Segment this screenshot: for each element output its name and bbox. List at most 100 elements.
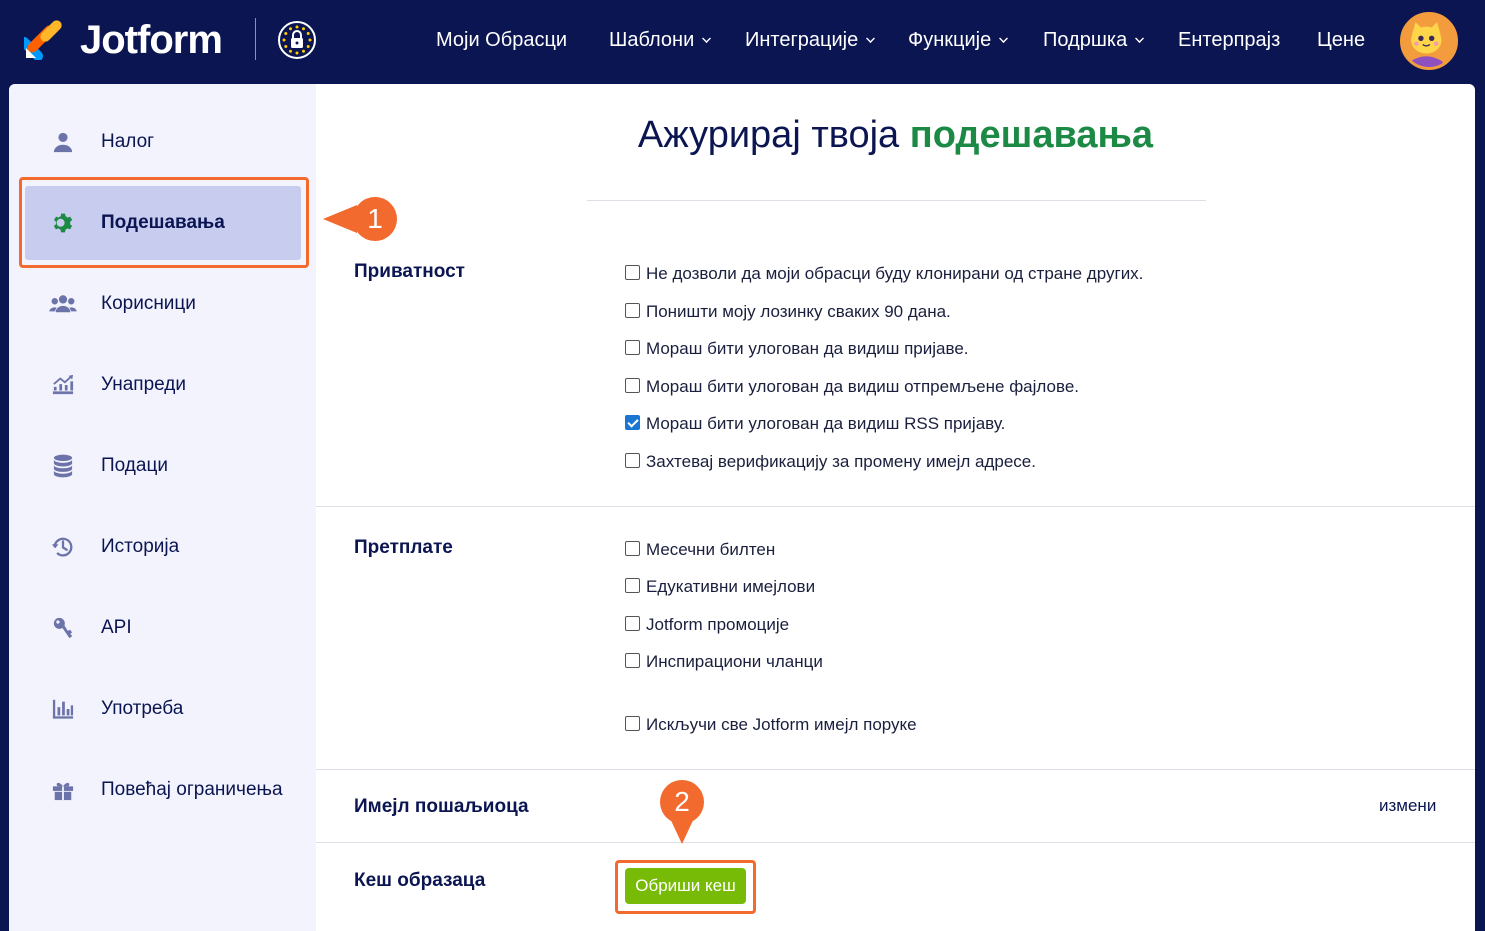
newsletter-checkbox[interactable] (625, 540, 640, 556)
nav-templates-label: Шаблони (609, 29, 695, 51)
option-label: Мораш бити улогован да видиш RSS пријаву… (646, 414, 1006, 433)
chevron-down-icon (999, 33, 1009, 43)
nav-integrations[interactable]: Интеграције (745, 26, 876, 54)
promotions-checkbox[interactable] (625, 615, 640, 631)
reset-password-checkbox[interactable] (625, 302, 640, 318)
email-verification-checkbox[interactable] (625, 452, 640, 468)
sidebar-item-account[interactable]: Налог (25, 105, 301, 179)
sidebar-item-label: Историја (101, 536, 180, 557)
subscription-option-inspirational[interactable]: Инспирациони чланци (625, 652, 823, 672)
nav-features[interactable]: Функције (908, 26, 1009, 54)
option-label: Искључи све Jotform имејл поруке (646, 715, 917, 734)
settings-card: Налог Подешавања Корисници Унапреди Пода… (9, 84, 1475, 931)
subscriptions-section-title: Претплате (354, 537, 453, 558)
user-icon (49, 128, 77, 156)
privacy-option-email-verification[interactable]: Захтевај верификацију за промену имејл а… (625, 452, 1036, 472)
nav-pricing-label: Цене (1317, 29, 1366, 51)
privacy-option-reset-password[interactable]: Поништи моју лозинку сваких 90 дана. (625, 302, 951, 322)
option-label: Jotform промоције (646, 615, 790, 634)
eu-gdpr-lock-icon (278, 21, 316, 59)
unsubscribe-all-checkbox[interactable] (625, 715, 640, 731)
chevron-down-icon (702, 33, 712, 43)
sidebar-item-usage[interactable]: Употреба (25, 672, 301, 746)
chart-up-icon (49, 371, 77, 399)
privacy-option-no-clone[interactable]: Не дозволи да моји обрасци буду клониран… (625, 264, 1143, 284)
login-submissions-checkbox[interactable] (625, 339, 640, 355)
sidebar-item-label: Налог (101, 131, 155, 152)
key-icon (49, 614, 77, 642)
sidebar-item-api[interactable]: API (25, 591, 301, 665)
nav-my-forms-label: Моји Обрасци (436, 29, 568, 51)
privacy-option-login-uploads[interactable]: Мораш бити улогован да видиш отпремљене … (625, 377, 1079, 397)
title-divider (587, 200, 1206, 201)
educational-checkbox[interactable] (625, 577, 640, 593)
sender-email-edit-link[interactable]: измени (1379, 796, 1436, 816)
page-title-accent: подешавања (909, 114, 1154, 156)
chevron-down-icon (1135, 33, 1145, 43)
option-label: Не дозволи да моји обрасци буду клониран… (646, 264, 1144, 283)
option-label: Мораш бити улогован да видиш отпремљене … (646, 377, 1079, 396)
subscription-option-unsubscribe-all[interactable]: Искључи све Jotform имејл поруке (625, 715, 917, 735)
jotform-logo-icon[interactable] (24, 18, 64, 60)
sidebar-item-label: API (101, 617, 132, 638)
nav-support-label: Подршка (1043, 29, 1128, 51)
nav-enterprise-label: Ентерпрајз (1178, 29, 1281, 51)
login-rss-checkbox[interactable] (625, 414, 640, 430)
sidebar-item-label: Подаци (101, 455, 168, 476)
subscription-option-educational[interactable]: Едукативни имејлови (625, 577, 815, 597)
sender-email-section-title: Имејл пошаљиоца (354, 796, 529, 817)
bar-chart-icon (49, 695, 77, 723)
login-uploads-checkbox[interactable] (625, 377, 640, 393)
nav-templates[interactable]: Шаблони (609, 26, 712, 54)
chevron-down-icon (866, 33, 876, 43)
no-clone-checkbox[interactable] (625, 264, 640, 280)
callout-1-badge: 1 (353, 197, 397, 241)
avatar[interactable] (1400, 12, 1458, 70)
sidebar-item-increase-limits[interactable]: Повећај ограничења (25, 753, 301, 827)
nav-pricing[interactable]: Цене (1317, 26, 1365, 54)
option-label: Инспирациони чланци (646, 652, 823, 671)
brand-name[interactable]: Jotform (80, 18, 223, 62)
callout-2-pointer (668, 814, 696, 844)
gift-icon (49, 776, 77, 804)
top-nav-bar: Jotform Моји Обрасци Шаблони Интеграције… (0, 0, 1485, 84)
sidebar-item-label: Употреба (101, 698, 184, 719)
settings-highlight-frame (19, 177, 309, 268)
header-divider (255, 18, 256, 60)
cat-avatar-icon (1403, 15, 1450, 67)
sidebar-item-label: Унапреди (101, 374, 186, 395)
sidebar-item-history[interactable]: Историја (25, 510, 301, 584)
sidebar-item-label: Корисници (101, 293, 196, 314)
form-cache-section-title: Кеш образаца (354, 870, 486, 891)
subscription-option-promotions[interactable]: Jotform промоције (625, 615, 789, 635)
privacy-option-login-submissions[interactable]: Мораш бити улогован да видиш пријаве. (625, 339, 969, 359)
section-divider (316, 769, 1475, 770)
subscription-option-newsletter[interactable]: Месечни билтен (625, 540, 775, 560)
section-divider (316, 506, 1475, 507)
nav-support[interactable]: Подршка (1043, 26, 1145, 54)
option-label: Поништи моју лозинку сваких 90 дана. (646, 302, 951, 321)
privacy-option-login-rss[interactable]: Мораш бити улогован да видиш RSS пријаву… (625, 414, 1005, 434)
privacy-section-title: Приватност (354, 261, 465, 282)
sidebar-item-upgrade[interactable]: Унапреди (25, 348, 301, 422)
option-label: Захтевај верификацију за промену имејл а… (646, 452, 1036, 471)
sidebar-item-data[interactable]: Подаци (25, 429, 301, 503)
page-title: Ажурирај твоја подешавања (316, 114, 1475, 157)
inspirational-checkbox[interactable] (625, 652, 640, 668)
sidebar-item-label: Повећај ограничења (101, 779, 283, 800)
section-divider (316, 842, 1475, 843)
nav-integrations-label: Интеграције (745, 29, 859, 51)
nav-my-forms[interactable]: Моји Обрасци (436, 26, 567, 54)
history-icon (49, 533, 77, 561)
users-icon (49, 290, 77, 318)
option-label: Едукативни имејлови (646, 577, 816, 596)
nav-enterprise[interactable]: Ентерпрајз (1178, 26, 1280, 54)
clear-cache-button[interactable]: Обриши кеш (625, 868, 746, 904)
sidebar-item-users[interactable]: Корисници (25, 267, 301, 341)
option-label: Мораш бити улогован да видиш пријаве. (646, 339, 969, 358)
callout-1-pointer (323, 205, 357, 233)
page-title-prefix: Ажурирај твоја (637, 114, 900, 156)
database-icon (49, 452, 77, 480)
option-label: Месечни билтен (646, 540, 776, 559)
nav-features-label: Функције (908, 29, 992, 51)
